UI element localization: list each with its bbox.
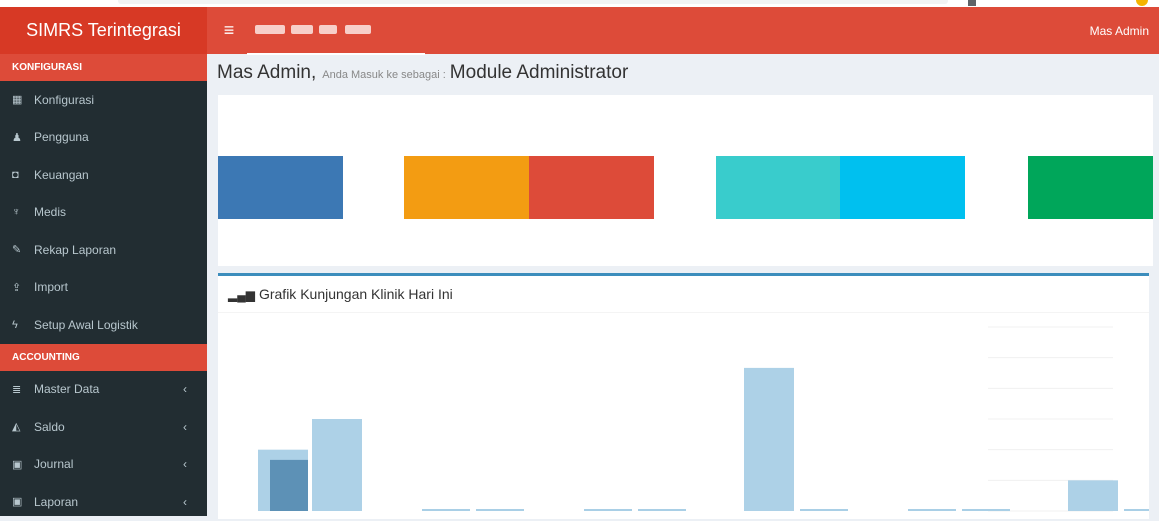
sidebar-item-label: Setup Awal Logistik [34, 317, 138, 332]
excel-file-icon: ▣ [12, 458, 23, 471]
bar-baseline [1124, 509, 1149, 511]
sidebar-item-label: Import [34, 280, 69, 295]
sidebar-item-label: Saldo [34, 419, 65, 434]
welcome-line: Mas Admin, Anda Masuk ke sebagai : Module … [217, 62, 628, 84]
bar-baseline [908, 509, 956, 511]
tile-aqua[interactable] [840, 156, 965, 219]
sidebar-item-journal[interactable]: ▣ Journal ‹ [0, 446, 207, 484]
chart-bar [312, 419, 362, 511]
tile-orange[interactable] [404, 156, 529, 219]
sidebar-item-label: Keuangan [34, 167, 89, 182]
tile-blue[interactable] [218, 156, 343, 219]
sidebar-item-laporan[interactable]: ▣ Laporan ‹ [0, 483, 207, 521]
chart-title: ▂▄▆ Grafik Kunjungan Klinik Hari Ini [228, 286, 453, 302]
sidebar-item-medis[interactable]: ♆ Medis [0, 194, 207, 232]
bar-baseline [476, 509, 524, 511]
top-navbar: ≡ Mas Admin [207, 7, 1159, 55]
sidebar-section-konfigurasi: KONFIGURASI [0, 54, 207, 81]
sidebar-toggle-button[interactable]: ≡ [215, 16, 243, 44]
app-logo[interactable]: SIMRS Terintegrasi [0, 7, 207, 54]
calendar-icon: ▦ [12, 94, 23, 107]
bar-chart [258, 326, 1149, 512]
chart-bar [270, 459, 308, 511]
profile-icon [1136, 0, 1148, 6]
chart-title-text: Grafik Kunjungan Klinik Hari Ini [258, 286, 453, 302]
money-icon: ◘ [12, 168, 19, 181]
main-content: Mas Admin, Anda Masuk ke sebagai : Module … [207, 54, 1159, 519]
chevron-left-icon: ‹ [183, 419, 187, 434]
sidebar-item-import[interactable]: ⇪ Import [0, 269, 207, 307]
area-chart-icon: ◭ [12, 421, 21, 434]
sidebar-item-label: Medis [34, 205, 67, 220]
sidebar-item-konfigurasi[interactable]: ▦ Konfigurasi [0, 81, 207, 119]
user-icon: ♟ [12, 131, 22, 144]
sidebar: KONFIGURASI ▦ Konfigurasi ♟ Pengguna ◘ Keuanga… [0, 54, 207, 516]
stethoscope-icon: ♆ [12, 206, 21, 219]
chart-bar [1068, 480, 1118, 511]
chart-box: ▂▄▆ Grafik Kunjungan Klinik Hari Ini [218, 273, 1149, 519]
bar-baseline [962, 509, 1010, 511]
user-name: Mas Admin [1089, 23, 1149, 38]
browser-top-strip [0, 0, 1159, 7]
module-name: Module Administrator [449, 62, 629, 83]
sidebar-item-label: Konfigurasi [34, 92, 95, 107]
blurred-nav-tab[interactable] [247, 7, 425, 55]
welcome-name: Mas Admin, [217, 62, 317, 83]
sidebar-item-label: Pengguna [34, 130, 89, 145]
chevron-left-icon: ‹ [183, 457, 187, 472]
sidebar-item-rekap-laporan[interactable]: ✎ Rekap Laporan [0, 231, 207, 269]
address-bar-edge [118, 0, 948, 4]
sidebar-item-label: Rekap Laporan [34, 242, 117, 257]
database-icon: ≣ [12, 383, 22, 396]
upload-icon: ⇪ [12, 281, 22, 294]
welcome-text: Anda Masuk ke sebagai : [322, 69, 446, 81]
sidebar-item-label: Laporan [34, 494, 79, 509]
sidebar-item-master-data[interactable]: ≣ Master Data ‹ [0, 371, 207, 409]
excel-file-icon: ▣ [12, 496, 23, 509]
chevron-left-icon: ‹ [183, 382, 187, 397]
bar-baseline [638, 509, 686, 511]
sidebar-item-label: Master Data [34, 382, 100, 397]
sidebar-item-saldo[interactable]: ◭ Saldo ‹ [0, 408, 207, 446]
chart-bar [744, 367, 794, 511]
chevron-left-icon: ‹ [183, 494, 187, 509]
bar-baseline [584, 509, 632, 511]
tile-red[interactable] [529, 156, 654, 219]
tile-green[interactable] [1028, 156, 1153, 219]
bar-baseline [800, 509, 848, 511]
sidebar-item-pengguna[interactable]: ♟ Pengguna [0, 119, 207, 157]
hamburger-icon: ≡ [223, 19, 235, 40]
bar-chart-icon: ▂▄▆ [228, 288, 255, 302]
bar-baseline [422, 509, 470, 511]
app-title: SIMRS Terintegrasi [26, 20, 181, 40]
info-tiles-box [218, 95, 1153, 266]
bolt-icon: ϟ [12, 318, 18, 331]
sidebar-section-accounting: ACCOUNTING [0, 343, 207, 371]
extension-icon [968, 0, 976, 6]
user-menu[interactable]: Mas Admin [1090, 7, 1149, 54]
sidebar-item-label: Journal [34, 457, 74, 472]
paperclip-icon: ✎ [12, 244, 22, 257]
sidebar-item-setup-awal-logistik[interactable]: ϟ Setup Awal Logistik [0, 306, 207, 344]
sidebar-item-keuangan[interactable]: ◘ Keuangan [0, 156, 207, 194]
tile-teal[interactable] [716, 156, 840, 219]
